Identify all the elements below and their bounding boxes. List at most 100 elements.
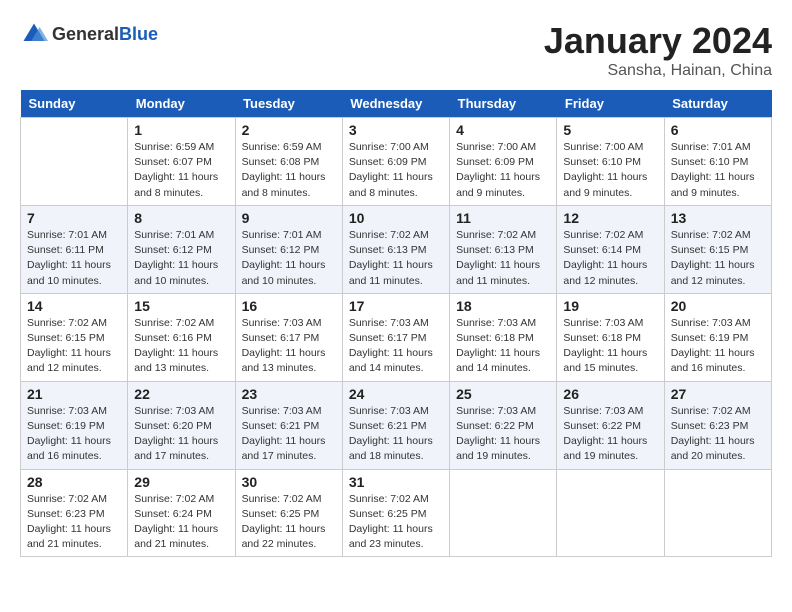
- calendar-cell: 3 Sunrise: 7:00 AM Sunset: 6:09 PM Daylig…: [342, 118, 449, 206]
- calendar-body: 1 Sunrise: 6:59 AM Sunset: 6:07 PM Daylig…: [21, 118, 772, 557]
- date-number: 6: [671, 122, 765, 138]
- cell-info: Sunrise: 7:03 AM Sunset: 6:18 PM Dayligh…: [563, 316, 657, 377]
- cell-info: Sunrise: 7:03 AM Sunset: 6:17 PM Dayligh…: [242, 316, 336, 377]
- cell-info: Sunrise: 7:03 AM Sunset: 6:21 PM Dayligh…: [349, 404, 443, 465]
- date-number: 3: [349, 122, 443, 138]
- cell-info: Sunrise: 7:02 AM Sunset: 6:13 PM Dayligh…: [349, 228, 443, 289]
- date-number: 7: [27, 210, 121, 226]
- weekday-header-wednesday: Wednesday: [342, 90, 449, 118]
- cell-info: Sunrise: 7:03 AM Sunset: 6:22 PM Dayligh…: [456, 404, 550, 465]
- title-area: January 2024 Sansha, Hainan, China: [544, 20, 772, 80]
- cell-info: Sunrise: 7:02 AM Sunset: 6:23 PM Dayligh…: [671, 404, 765, 465]
- weekday-header-monday: Monday: [128, 90, 235, 118]
- calendar-cell: 30Sunrise: 7:02 AM Sunset: 6:25 PM Dayli…: [235, 469, 342, 557]
- date-number: 18: [456, 298, 550, 314]
- cell-info: Sunrise: 7:03 AM Sunset: 6:18 PM Dayligh…: [456, 316, 550, 377]
- header: GeneralBlue January 2024 Sansha, Hainan,…: [20, 20, 772, 80]
- date-number: 4: [456, 122, 550, 138]
- calendar-cell: 20Sunrise: 7:03 AM Sunset: 6:19 PM Dayli…: [664, 293, 771, 381]
- calendar-cell: 26 Sunrise: 7:03 AM Sunset: 6:22 PM Dayli…: [557, 381, 664, 469]
- calendar-cell: 29 Sunrise: 7:02 AM Sunset: 6:24 PM Dayli…: [128, 469, 235, 557]
- date-number: 30: [242, 474, 336, 490]
- weekday-header-row: SundayMondayTuesdayWednesdayThursdayFrid…: [21, 90, 772, 118]
- calendar-cell: 9 Sunrise: 7:01 AM Sunset: 6:12 PM Daylig…: [235, 205, 342, 293]
- date-number: 31: [349, 474, 443, 490]
- logo-blue-text: Blue: [119, 24, 158, 44]
- weekday-header-saturday: Saturday: [664, 90, 771, 118]
- calendar-cell: 27 Sunrise: 7:02 AM Sunset: 6:23 PM Dayli…: [664, 381, 771, 469]
- calendar-cell: [557, 469, 664, 557]
- calendar-cell: 17Sunrise: 7:03 AM Sunset: 6:17 PM Dayli…: [342, 293, 449, 381]
- calendar-cell: [450, 469, 557, 557]
- date-number: 21: [27, 386, 121, 402]
- calendar-cell: 11 Sunrise: 7:02 AM Sunset: 6:13 PM Dayli…: [450, 205, 557, 293]
- calendar-cell: 2 Sunrise: 6:59 AM Sunset: 6:08 PM Daylig…: [235, 118, 342, 206]
- date-number: 12: [563, 210, 657, 226]
- calendar-cell: [21, 118, 128, 206]
- calendar-week-row: 1 Sunrise: 6:59 AM Sunset: 6:07 PM Daylig…: [21, 118, 772, 206]
- date-number: 22: [134, 386, 228, 402]
- calendar-cell: 19 Sunrise: 7:03 AM Sunset: 6:18 PM Dayli…: [557, 293, 664, 381]
- cell-info: Sunrise: 7:00 AM Sunset: 6:09 PM Dayligh…: [349, 140, 443, 201]
- weekday-header-friday: Friday: [557, 90, 664, 118]
- cell-info: Sunrise: 6:59 AM Sunset: 6:08 PM Dayligh…: [242, 140, 336, 201]
- date-number: 23: [242, 386, 336, 402]
- calendar-cell: 22Sunrise: 7:03 AM Sunset: 6:20 PM Dayli…: [128, 381, 235, 469]
- date-number: 26: [563, 386, 657, 402]
- calendar-table: SundayMondayTuesdayWednesdayThursdayFrid…: [20, 90, 772, 557]
- weekday-header-tuesday: Tuesday: [235, 90, 342, 118]
- date-number: 24: [349, 386, 443, 402]
- calendar-cell: 28Sunrise: 7:02 AM Sunset: 6:23 PM Dayli…: [21, 469, 128, 557]
- weekday-header-thursday: Thursday: [450, 90, 557, 118]
- location-title: Sansha, Hainan, China: [544, 62, 772, 80]
- calendar-cell: 13Sunrise: 7:02 AM Sunset: 6:15 PM Dayli…: [664, 205, 771, 293]
- calendar-cell: 6Sunrise: 7:01 AM Sunset: 6:10 PM Daylig…: [664, 118, 771, 206]
- cell-info: Sunrise: 7:00 AM Sunset: 6:10 PM Dayligh…: [563, 140, 657, 201]
- calendar-cell: 1 Sunrise: 6:59 AM Sunset: 6:07 PM Daylig…: [128, 118, 235, 206]
- date-number: 11: [456, 210, 550, 226]
- month-title: January 2024: [544, 20, 772, 62]
- date-number: 9: [242, 210, 336, 226]
- date-number: 27: [671, 386, 765, 402]
- calendar-cell: 21Sunrise: 7:03 AM Sunset: 6:19 PM Dayli…: [21, 381, 128, 469]
- calendar-cell: 18 Sunrise: 7:03 AM Sunset: 6:18 PM Dayli…: [450, 293, 557, 381]
- cell-info: Sunrise: 7:01 AM Sunset: 6:12 PM Dayligh…: [134, 228, 228, 289]
- calendar-cell: 4Sunrise: 7:00 AM Sunset: 6:09 PM Daylig…: [450, 118, 557, 206]
- cell-info: Sunrise: 7:02 AM Sunset: 6:13 PM Dayligh…: [456, 228, 550, 289]
- calendar-cell: 25 Sunrise: 7:03 AM Sunset: 6:22 PM Dayli…: [450, 381, 557, 469]
- date-number: 28: [27, 474, 121, 490]
- logo-general-text: General: [52, 24, 119, 44]
- calendar-cell: 5 Sunrise: 7:00 AM Sunset: 6:10 PM Daylig…: [557, 118, 664, 206]
- logo-icon: [20, 20, 48, 48]
- date-number: 25: [456, 386, 550, 402]
- calendar-week-row: 28Sunrise: 7:02 AM Sunset: 6:23 PM Dayli…: [21, 469, 772, 557]
- cell-info: Sunrise: 7:01 AM Sunset: 6:11 PM Dayligh…: [27, 228, 121, 289]
- calendar-cell: 24 Sunrise: 7:03 AM Sunset: 6:21 PM Dayli…: [342, 381, 449, 469]
- cell-info: Sunrise: 7:02 AM Sunset: 6:25 PM Dayligh…: [349, 492, 443, 553]
- cell-info: Sunrise: 6:59 AM Sunset: 6:07 PM Dayligh…: [134, 140, 228, 201]
- date-number: 14: [27, 298, 121, 314]
- date-number: 5: [563, 122, 657, 138]
- date-number: 19: [563, 298, 657, 314]
- date-number: 20: [671, 298, 765, 314]
- weekday-header-sunday: Sunday: [21, 90, 128, 118]
- logo: GeneralBlue: [20, 20, 158, 48]
- date-number: 16: [242, 298, 336, 314]
- calendar-week-row: 14 Sunrise: 7:02 AM Sunset: 6:15 PM Dayli…: [21, 293, 772, 381]
- cell-info: Sunrise: 7:02 AM Sunset: 6:15 PM Dayligh…: [27, 316, 121, 377]
- date-number: 29: [134, 474, 228, 490]
- cell-info: Sunrise: 7:01 AM Sunset: 6:12 PM Dayligh…: [242, 228, 336, 289]
- date-number: 2: [242, 122, 336, 138]
- calendar-cell: 7 Sunrise: 7:01 AM Sunset: 6:11 PM Daylig…: [21, 205, 128, 293]
- calendar-cell: 12Sunrise: 7:02 AM Sunset: 6:14 PM Dayli…: [557, 205, 664, 293]
- date-number: 8: [134, 210, 228, 226]
- date-number: 15: [134, 298, 228, 314]
- date-number: 13: [671, 210, 765, 226]
- calendar-cell: 14 Sunrise: 7:02 AM Sunset: 6:15 PM Dayli…: [21, 293, 128, 381]
- calendar-cell: 8 Sunrise: 7:01 AM Sunset: 6:12 PM Daylig…: [128, 205, 235, 293]
- cell-info: Sunrise: 7:03 AM Sunset: 6:22 PM Dayligh…: [563, 404, 657, 465]
- cell-info: Sunrise: 7:02 AM Sunset: 6:24 PM Dayligh…: [134, 492, 228, 553]
- calendar-cell: 23Sunrise: 7:03 AM Sunset: 6:21 PM Dayli…: [235, 381, 342, 469]
- calendar-cell: [664, 469, 771, 557]
- date-number: 1: [134, 122, 228, 138]
